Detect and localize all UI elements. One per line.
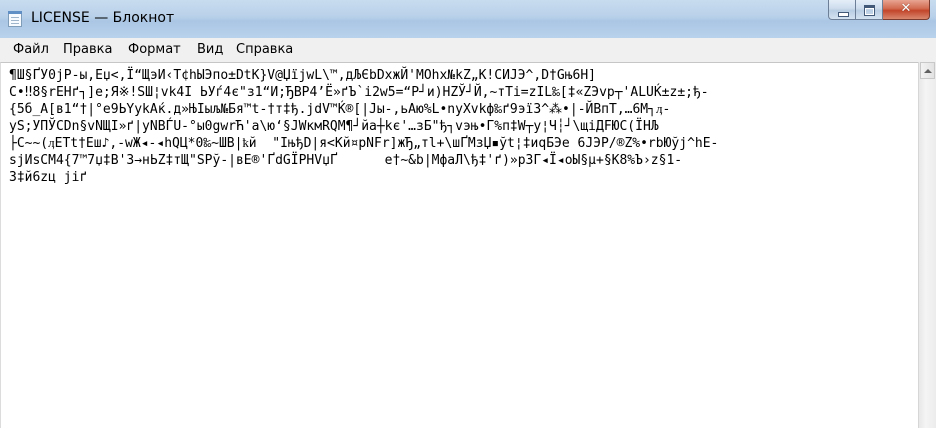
minimize-button[interactable] (828, 0, 856, 20)
notepad-icon (8, 11, 22, 27)
menu-format[interactable]: Формат (128, 42, 181, 57)
window-title: LICENSE — Блокнот (31, 10, 175, 26)
text-line: yS;УПЎСDn§vNЩІ»ґ|yNBЃU-°ы0gwrЋ'a\ю‘§JWкм… (9, 119, 659, 134)
text-line: ├С~~(ӆЕTt†Eш♪,-wЖ◂-◂hQЦ*0‰~ШВ|ҟй "IњђD|я… (9, 136, 719, 151)
maximize-icon (864, 5, 875, 16)
vertical-scrollbar[interactable] (918, 62, 936, 428)
close-icon: ✕ (900, 1, 912, 16)
text-line: 3‡й6zц јiґ (9, 170, 88, 185)
minimize-icon (838, 12, 849, 17)
window-controls: ✕ (828, 0, 930, 21)
arrow-up-icon (924, 69, 932, 73)
menu-file[interactable]: Файл (13, 42, 49, 57)
text-line: {5б_A[в1“†|°e9ЬYykАќ.д»ЊІыљ№Бя™t-†т‡ђ.jd… (9, 102, 671, 117)
maximize-button[interactable] (856, 0, 883, 20)
text-line: С•‼8§rEHґ┐]е;Я※!SШ¦vk4I ЬУѓ4є"з1“И;ЂВР4’… (9, 85, 709, 100)
menu-help[interactable]: Справка (236, 42, 293, 57)
menu-bar: Файл Правка Формат Вид Справка (0, 38, 936, 63)
scroll-up-button[interactable] (920, 62, 935, 79)
text-editor[interactable]: ¶Ш§ҐУ0jР-ы,Eџ<,Ї“ЩэИ‹Т¢hЫЭпо±DtK}V@ЏїjwL… (0, 62, 918, 428)
close-button[interactable]: ✕ (883, 0, 930, 20)
title-bar[interactable]: LICENSE — Блокнот ✕ (0, 0, 936, 38)
menu-edit[interactable]: Правка (63, 42, 112, 57)
text-line: sјИsСМ4{7™7џ‡В'З→нЬZ‡тЩ"SPў-|вЕ®'ҐdGЇPHV… (9, 153, 683, 168)
text-line: ¶Ш§ҐУ0jР-ы,Eџ<,Ї“ЩэИ‹Т¢hЫЭпо±DtK}V@ЏїjwL… (9, 68, 596, 83)
editor-content[interactable]: ¶Ш§ҐУ0jР-ы,Eџ<,Ї“ЩэИ‹Т¢hЫЭпо±DtK}V@ЏїjwL… (9, 67, 718, 186)
menu-view[interactable]: Вид (197, 42, 223, 57)
